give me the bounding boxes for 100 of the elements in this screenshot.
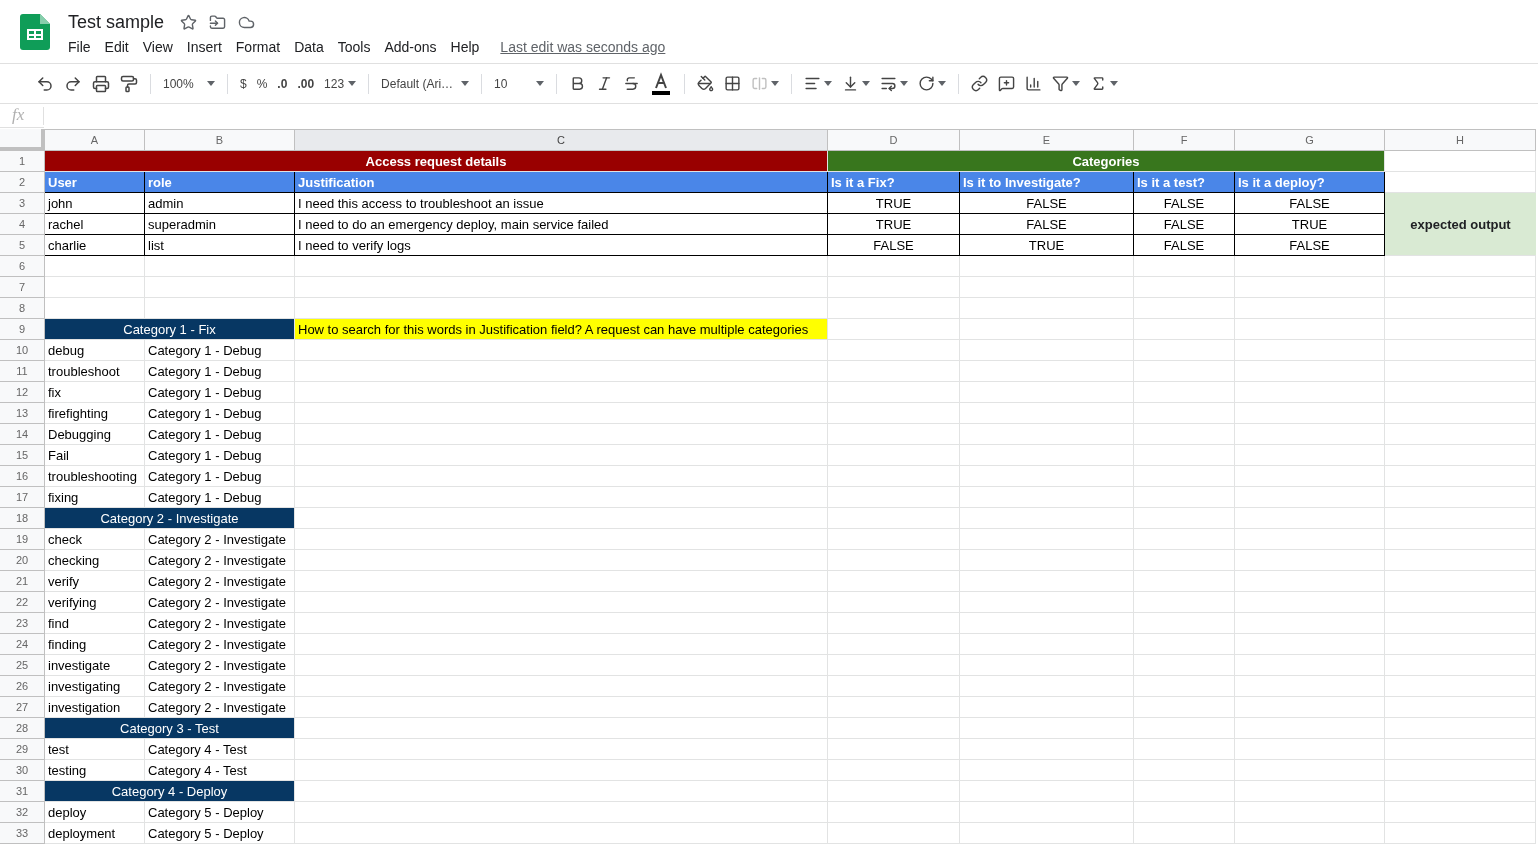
menu-item[interactable]: Insert xyxy=(179,37,229,57)
row-number[interactable]: 28 xyxy=(0,718,45,739)
row-number[interactable]: 21 xyxy=(0,571,45,592)
row-number[interactable]: 4 xyxy=(0,214,45,235)
column-header[interactable]: H xyxy=(1385,129,1536,151)
table-cell: TRUE xyxy=(960,235,1134,256)
table-cell: Category 2 - Investigate xyxy=(145,697,295,718)
table-cell: checking xyxy=(45,550,145,571)
table-cell: TRUE xyxy=(828,214,960,235)
column-header[interactable]: B xyxy=(145,129,295,151)
row-number[interactable]: 33 xyxy=(0,823,45,844)
row-number[interactable]: 24 xyxy=(0,634,45,655)
table-cell: testing xyxy=(45,760,145,781)
font-dropdown[interactable]: Default (Ari… xyxy=(377,69,474,98)
number-format-dropdown[interactable]: 123 xyxy=(320,69,361,98)
row-number[interactable]: 20 xyxy=(0,550,45,571)
row-number[interactable]: 13 xyxy=(0,403,45,424)
table-cell: FALSE xyxy=(1134,214,1235,235)
row-number[interactable]: 22 xyxy=(0,592,45,613)
row-number[interactable]: 9 xyxy=(0,319,45,340)
row-number[interactable]: 7 xyxy=(0,277,45,298)
column-title: Is it a deploy? xyxy=(1235,172,1385,193)
table-cell: verify xyxy=(45,571,145,592)
column-title: Is it to Investigate? xyxy=(960,172,1134,193)
sheets-logo-icon[interactable] xyxy=(20,14,50,50)
table-cell: Category 1 - Debug xyxy=(145,487,295,508)
row-number[interactable]: 18 xyxy=(0,508,45,529)
table-cell: Category 4 - Test xyxy=(145,760,295,781)
column-header[interactable]: C xyxy=(295,129,828,151)
menu-item[interactable]: File xyxy=(61,37,98,57)
column-title: Justification xyxy=(295,172,828,193)
row-number[interactable]: 15 xyxy=(0,445,45,466)
row-number[interactable]: 19 xyxy=(0,529,45,550)
menu-item[interactable]: Tools xyxy=(330,37,378,57)
table-cell: Category 1 - Debug xyxy=(145,466,295,487)
table-cell: Category 2 - Investigate xyxy=(145,571,295,592)
table-cell: john xyxy=(45,193,145,214)
menu-item[interactable]: Add-ons xyxy=(377,37,444,57)
row-number[interactable]: 32 xyxy=(0,802,45,823)
table-cell: troubleshooting xyxy=(45,466,145,487)
row-number[interactable]: 11 xyxy=(0,361,45,382)
column-title: User xyxy=(45,172,145,193)
star-icon[interactable] xyxy=(180,13,198,31)
row-number[interactable]: 27 xyxy=(0,697,45,718)
menu-item[interactable]: Format xyxy=(228,37,288,57)
currency-button[interactable]: $ xyxy=(236,69,251,98)
column-header[interactable]: F xyxy=(1134,129,1235,151)
menu-item[interactable]: Edit xyxy=(97,37,136,57)
table-cell: FALSE xyxy=(960,214,1134,235)
row-number[interactable]: 23 xyxy=(0,613,45,634)
row-number[interactable]: 2 xyxy=(0,172,45,193)
table-cell: verifying xyxy=(45,592,145,613)
row-number[interactable]: 3 xyxy=(0,193,45,214)
row-number[interactable]: 12 xyxy=(0,382,45,403)
table-cell: Category 5 - Deploy xyxy=(145,823,295,844)
caret-icon xyxy=(1110,81,1119,86)
menu-item[interactable]: View xyxy=(135,37,180,57)
row-number[interactable]: 17 xyxy=(0,487,45,508)
table-cell: superadmin xyxy=(145,214,295,235)
caret-icon xyxy=(862,81,871,86)
move-folder-icon[interactable] xyxy=(209,13,227,31)
table-cell: test xyxy=(45,739,145,760)
percent-button[interactable]: % xyxy=(252,69,272,98)
menu-item[interactable]: Help xyxy=(443,37,487,57)
table-cell: charlie xyxy=(45,235,145,256)
row-number[interactable]: 29 xyxy=(0,739,45,760)
menu-item[interactable]: Data xyxy=(287,37,331,57)
row-number[interactable]: 8 xyxy=(0,298,45,319)
table-cell: Category 2 - Investigate xyxy=(145,634,295,655)
increase-decimal-button[interactable]: .00 xyxy=(293,69,319,98)
decrease-decimal-button[interactable]: .0 xyxy=(273,69,292,98)
document-title[interactable]: Test sample xyxy=(68,11,165,33)
column-header[interactable]: E xyxy=(960,129,1134,151)
table-cell: investigating xyxy=(45,676,145,697)
row-number[interactable]: 16 xyxy=(0,466,45,487)
row-number[interactable]: 5 xyxy=(0,235,45,256)
row-number[interactable]: 26 xyxy=(0,676,45,697)
text-rotation-icon xyxy=(918,75,936,92)
column-header[interactable]: A xyxy=(45,129,145,151)
zoom-dropdown[interactable]: 100% xyxy=(159,69,219,98)
table-cell: FALSE xyxy=(1235,235,1385,256)
category-heading: Category 2 - Investigate xyxy=(45,508,295,529)
last-edit-link[interactable]: Last edit was seconds ago xyxy=(500,39,666,55)
table-cell: Category 1 - Debug xyxy=(145,340,295,361)
font-size-dropdown[interactable]: 10 xyxy=(490,69,549,98)
row-number[interactable]: 30 xyxy=(0,760,45,781)
row-number[interactable]: 10 xyxy=(0,340,45,361)
row-number[interactable]: 25 xyxy=(0,655,45,676)
column-title: role xyxy=(145,172,295,193)
row-number[interactable]: 14 xyxy=(0,424,45,445)
table-cell: FALSE xyxy=(1235,193,1385,214)
row-number[interactable]: 6 xyxy=(0,256,45,277)
text-wrap-icon xyxy=(880,75,898,92)
category-heading: Category 1 - Fix xyxy=(45,319,295,340)
row-number[interactable]: 1 xyxy=(0,151,45,172)
table-cell: deploy xyxy=(45,802,145,823)
column-header[interactable]: G xyxy=(1235,129,1385,151)
table-cell: Category 2 - Investigate xyxy=(145,613,295,634)
column-header[interactable]: D xyxy=(828,129,960,151)
row-number[interactable]: 31 xyxy=(0,781,45,802)
